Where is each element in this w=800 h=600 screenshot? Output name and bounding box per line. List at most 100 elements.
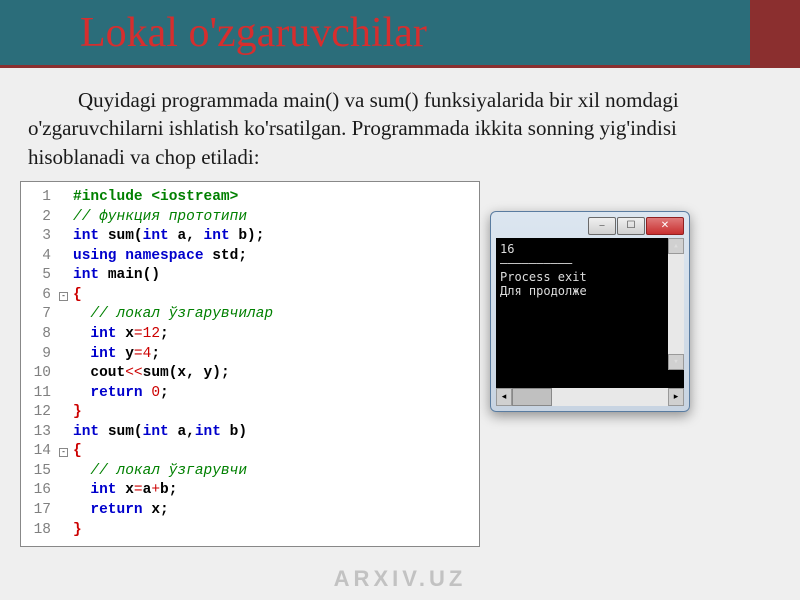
code-editor: 1 #include <iostream> 2 // функция прототип… bbox=[20, 181, 480, 547]
code-text: } bbox=[73, 521, 82, 541]
window-titlebar: – ☐ ✕ bbox=[493, 214, 687, 238]
code-text: int x=a+b; bbox=[73, 481, 177, 501]
code-text: #include <iostream> bbox=[73, 188, 238, 208]
line-number: 3 bbox=[25, 227, 59, 247]
code-line: 18} bbox=[25, 521, 471, 541]
line-number: 16 bbox=[25, 481, 59, 501]
fold-toggle-icon[interactable]: - bbox=[59, 448, 68, 457]
line-number: 12 bbox=[25, 403, 59, 423]
fold-gutter bbox=[59, 247, 73, 267]
fold-gutter bbox=[59, 208, 73, 228]
fold-gutter bbox=[59, 345, 73, 365]
line-number: 15 bbox=[25, 462, 59, 482]
fold-gutter bbox=[59, 521, 73, 541]
code-line: 3 int sum(int a, int b); bbox=[25, 227, 471, 247]
scroll-track[interactable] bbox=[512, 388, 668, 406]
console-line: Для продолже bbox=[500, 284, 680, 298]
code-text: return x; bbox=[73, 501, 169, 521]
console-line: Process exit bbox=[500, 270, 680, 284]
line-number: 9 bbox=[25, 345, 59, 365]
fold-gutter bbox=[59, 266, 73, 286]
line-number: 18 bbox=[25, 521, 59, 541]
code-text: { bbox=[73, 442, 82, 462]
console-output: 16 —————————— Process exit Для продолже … bbox=[496, 238, 684, 388]
body-paragraph: Quyidagi programmada main() va sum() fun… bbox=[0, 68, 800, 181]
line-number: 17 bbox=[25, 501, 59, 521]
code-text: { bbox=[73, 286, 82, 306]
line-number: 11 bbox=[25, 384, 59, 404]
line-number: 1 bbox=[25, 188, 59, 208]
code-line: 15 // локал ўзгарувчи bbox=[25, 462, 471, 482]
console-line: 16 bbox=[500, 242, 680, 256]
line-number: 5 bbox=[25, 266, 59, 286]
maximize-button[interactable]: ☐ bbox=[617, 217, 645, 235]
fold-gutter bbox=[59, 481, 73, 501]
fold-gutter bbox=[59, 188, 73, 208]
code-text: cout<<sum(x, y); bbox=[73, 364, 230, 384]
code-text: return 0; bbox=[73, 384, 169, 404]
code-text: // локал ўзгарувчилар bbox=[73, 305, 273, 325]
code-text: // функция прототипи bbox=[73, 208, 247, 228]
line-number: 8 bbox=[25, 325, 59, 345]
code-line: 4 using namespace std; bbox=[25, 247, 471, 267]
fold-toggle-icon[interactable]: - bbox=[59, 292, 68, 301]
line-number: 14 bbox=[25, 442, 59, 462]
code-text: int x=12; bbox=[73, 325, 169, 345]
watermark-bottom: ARXIV.UZ bbox=[334, 566, 467, 592]
close-button[interactable]: ✕ bbox=[646, 217, 684, 235]
line-number: 6 bbox=[25, 286, 59, 306]
fold-gutter bbox=[59, 423, 73, 443]
code-text: // локал ўзгарувчи bbox=[73, 462, 247, 482]
line-number: 13 bbox=[25, 423, 59, 443]
code-text: int sum(int a,int b) bbox=[73, 423, 247, 443]
slide-title: Lokal o'zgaruvchilar bbox=[80, 9, 427, 57]
line-number: 10 bbox=[25, 364, 59, 384]
code-line: 1 #include <iostream> bbox=[25, 188, 471, 208]
code-line: 8 int x=12; bbox=[25, 325, 471, 345]
vertical-scrollbar[interactable]: ▴ ▾ bbox=[668, 238, 684, 370]
code-line: 10 cout<<sum(x, y); bbox=[25, 364, 471, 384]
scroll-right-icon[interactable]: ▸ bbox=[668, 388, 684, 406]
code-text: using namespace std; bbox=[73, 247, 247, 267]
fold-gutter bbox=[59, 462, 73, 482]
content-row: 1 #include <iostream> 2 // функция прототип… bbox=[0, 181, 800, 547]
code-line: 16 int x=a+b; bbox=[25, 481, 471, 501]
code-line: 13 int sum(int a,int b) bbox=[25, 423, 471, 443]
header-accent bbox=[750, 0, 800, 65]
fold-gutter bbox=[59, 305, 73, 325]
scroll-up-icon[interactable]: ▴ bbox=[668, 238, 684, 254]
minimize-button[interactable]: – bbox=[588, 217, 616, 235]
horizontal-scrollbar[interactable]: ◂ ▸ bbox=[496, 388, 684, 406]
output-window: – ☐ ✕ 16 —————————— Process exit Для про… bbox=[490, 211, 690, 412]
console-window-wrap: – ☐ ✕ 16 —————————— Process exit Для про… bbox=[490, 211, 690, 412]
fold-gutter bbox=[59, 227, 73, 247]
fold-gutter bbox=[59, 384, 73, 404]
code-line: 17 return x; bbox=[25, 501, 471, 521]
scroll-grip[interactable] bbox=[512, 388, 552, 406]
fold-gutter bbox=[59, 364, 73, 384]
line-number: 7 bbox=[25, 305, 59, 325]
scroll-down-icon[interactable]: ▾ bbox=[668, 354, 684, 370]
code-line: 14-{ bbox=[25, 442, 471, 462]
fold-gutter bbox=[59, 403, 73, 423]
code-text: int sum(int a, int b); bbox=[73, 227, 264, 247]
code-text: int main() bbox=[73, 266, 160, 286]
code-line: 11 return 0; bbox=[25, 384, 471, 404]
code-text: int y=4; bbox=[73, 345, 160, 365]
code-line: 2 // функция прототипи bbox=[25, 208, 471, 228]
code-text: } bbox=[73, 403, 82, 423]
fold-gutter: - bbox=[59, 286, 73, 306]
code-line: 5 int main() bbox=[25, 266, 471, 286]
line-number: 2 bbox=[25, 208, 59, 228]
code-line: 7 // локал ўзгарувчилар bbox=[25, 305, 471, 325]
line-number: 4 bbox=[25, 247, 59, 267]
code-line: 9 int y=4; bbox=[25, 345, 471, 365]
slide-header: Lokal o'zgaruvchilar bbox=[0, 0, 800, 68]
fold-gutter bbox=[59, 501, 73, 521]
code-line: 6-{ bbox=[25, 286, 471, 306]
code-line: 12} bbox=[25, 403, 471, 423]
console-line: —————————— bbox=[500, 256, 680, 270]
fold-gutter bbox=[59, 325, 73, 345]
fold-gutter: - bbox=[59, 442, 73, 462]
scroll-left-icon[interactable]: ◂ bbox=[496, 388, 512, 406]
